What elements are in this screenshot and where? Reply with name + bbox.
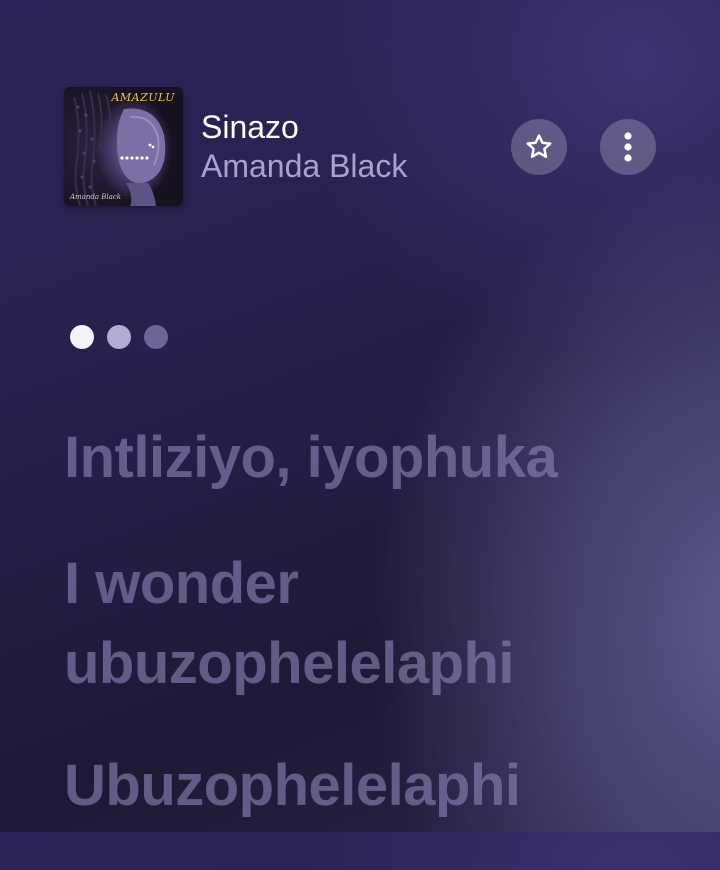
track-title[interactable]: Sinazo <box>201 108 407 146</box>
more-options-button[interactable] <box>600 119 656 175</box>
track-info: Sinazo Amanda Black <box>201 108 407 186</box>
page-dot-2[interactable] <box>107 325 131 349</box>
lyrics-view[interactable]: Intliziyo, iyophuka I wonder ubuzophelel… <box>64 418 664 870</box>
track-artist[interactable]: Amanda Black <box>201 146 407 186</box>
album-brand-text: AMAZULU <box>111 91 175 104</box>
page-dot-3[interactable] <box>144 325 168 349</box>
album-art-portrait <box>73 90 166 206</box>
favorite-button[interactable] <box>511 119 567 175</box>
now-playing-header: AMAZULU Amanda Black Sinazo Amanda Black <box>64 87 656 207</box>
page-indicator <box>70 325 168 349</box>
album-signature: Amanda Black <box>70 193 121 201</box>
page-dot-1[interactable] <box>70 325 94 349</box>
lyric-line[interactable]: Ubuzophelelaphi <box>64 746 664 826</box>
album-art[interactable]: AMAZULU Amanda Black <box>64 87 183 206</box>
lyric-line[interactable]: Intliziyo, iyophuka <box>64 418 664 498</box>
star-outline-icon <box>526 134 552 158</box>
lyric-line[interactable]: I wonder ubuzophelelaphi <box>64 544 664 704</box>
more-vertical-icon <box>624 132 632 162</box>
